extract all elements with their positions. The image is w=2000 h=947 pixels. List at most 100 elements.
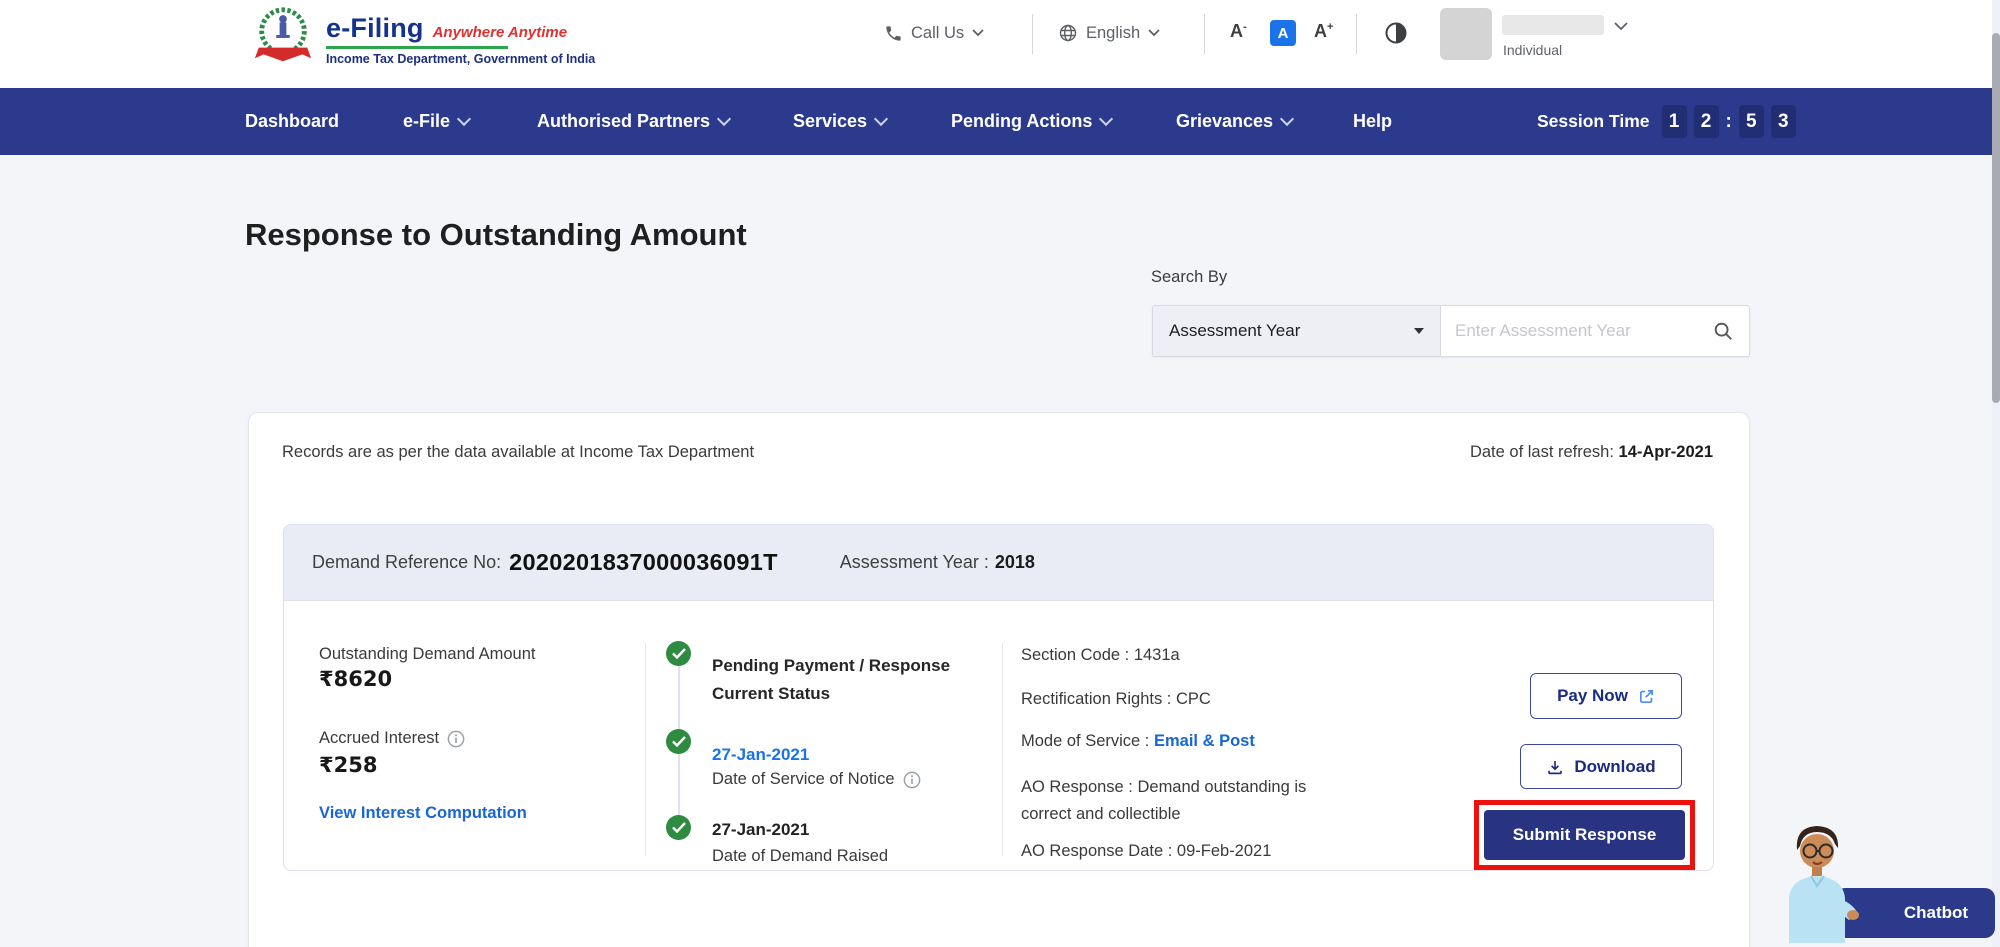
call-us-label: Call Us: [911, 24, 964, 43]
session-digit: 5: [1739, 105, 1764, 138]
nav-item-services[interactable]: Services: [793, 88, 886, 155]
divider: [1204, 14, 1205, 54]
chevron-down-icon: [1280, 112, 1294, 126]
font-decrease-button[interactable]: A-: [1230, 22, 1247, 40]
divider: [1002, 643, 1003, 856]
scrollbar-thumb[interactable]: [1992, 33, 2000, 403]
external-link-icon: [1638, 688, 1655, 705]
service-notice-label: Date of Service of Notice: [712, 770, 895, 789]
language-menu[interactable]: English: [1058, 20, 1160, 46]
income-tax-emblem-logo: [252, 5, 314, 67]
nav-item-dashboard[interactable]: Dashboard: [245, 88, 339, 155]
timeline-status-title: Pending Payment / Response: [712, 656, 950, 676]
ao-response-text: AO Response : Demand outstanding is corr…: [1021, 774, 1321, 828]
nav-item-authorised-partners[interactable]: Authorised Partners: [537, 88, 729, 155]
accrued-interest-row: Accrued Interest: [319, 729, 465, 748]
demand-raised-date: 27-Jan-2021: [712, 820, 809, 840]
rectification-rights-text: Rectification Rights : CPC: [1021, 690, 1211, 709]
profile-chevron-down-icon[interactable]: [1614, 22, 1628, 31]
section-code-text: Section Code : 1431a: [1021, 646, 1180, 665]
check-circle-icon: [666, 641, 691, 666]
chevron-down-icon: [717, 112, 731, 126]
page-content: Response to Outstanding Amount Search By…: [0, 155, 2000, 947]
service-notice-row: Date of Service of Notice: [712, 770, 921, 789]
session-digit: 1: [1662, 105, 1687, 138]
dropdown-caret-icon: [1414, 328, 1424, 334]
call-us-menu[interactable]: Call Us: [884, 20, 984, 46]
info-icon[interactable]: [903, 771, 921, 789]
submit-response-button[interactable]: Submit Response: [1484, 810, 1685, 860]
globe-icon: [1058, 23, 1078, 43]
session-digit: 3: [1771, 105, 1796, 138]
demand-ref-label: Demand Reference No:: [312, 552, 501, 573]
brand-subtitle: Income Tax Department, Government of Ind…: [326, 52, 595, 66]
assessment-year-input[interactable]: [1441, 306, 1712, 356]
last-refresh-text: Date of last refresh: 14-Apr-2021: [1470, 443, 1713, 462]
brand-title: e-Filing: [326, 13, 424, 44]
divider: [1356, 14, 1357, 54]
timeline-status-subtitle: Current Status: [712, 684, 830, 704]
search-icon: [1712, 320, 1734, 342]
header-bar: e-Filing Anywhere Anytime Income Tax Dep…: [0, 0, 1992, 88]
brand-text: e-Filing Anywhere Anytime Income Tax Dep…: [326, 5, 595, 67]
demand-card-header: Demand Reference No: 2020201837000036091…: [283, 524, 1714, 601]
demand-card-body: Outstanding Demand Amount ₹8620 Accrued …: [283, 601, 1714, 871]
search-by-label: Search By: [1151, 268, 1227, 287]
mode-of-service-link[interactable]: Email & Post: [1154, 732, 1255, 750]
search-type-value: Assessment Year: [1169, 321, 1300, 341]
scrollbar-track[interactable]: [1992, 0, 2000, 947]
assessment-year-label: Assessment Year :: [840, 552, 989, 573]
download-icon: [1546, 758, 1564, 776]
brand-logo-group[interactable]: e-Filing Anywhere Anytime Income Tax Dep…: [252, 5, 595, 67]
accrued-interest-label: Accrued Interest: [319, 729, 439, 748]
brand-divider: [326, 46, 508, 49]
outstanding-amount-value: ₹8620: [319, 667, 392, 691]
divider: [1032, 14, 1033, 54]
chevron-down-icon: [457, 112, 471, 126]
main-navigation: Dashboard e-File Authorised Partners Ser…: [0, 88, 2000, 155]
accrued-interest-value: ₹258: [319, 753, 377, 777]
phone-icon: [884, 24, 903, 43]
check-circle-icon: [666, 815, 691, 840]
assessment-year-value: 2018: [995, 552, 1035, 573]
session-colon: :: [1726, 111, 1732, 133]
demand-card: Demand Reference No: 2020201837000036091…: [283, 524, 1714, 871]
language-label: English: [1086, 24, 1140, 43]
nav-item-pending-actions[interactable]: Pending Actions: [951, 88, 1111, 155]
search-type-dropdown[interactable]: Assessment Year: [1153, 306, 1441, 356]
session-time-label: Session Time: [1537, 111, 1650, 132]
outstanding-amount-label: Outstanding Demand Amount: [319, 645, 535, 664]
chevron-down-icon: [874, 112, 888, 126]
info-icon[interactable]: [447, 730, 465, 748]
chevron-down-icon: [972, 29, 984, 37]
records-card: Records are as per the data available at…: [248, 412, 1750, 947]
download-button[interactable]: Download: [1520, 744, 1682, 789]
contrast-toggle-button[interactable]: [1384, 21, 1408, 50]
chevron-down-icon: [1148, 29, 1160, 37]
divider: [645, 643, 646, 856]
search-button[interactable]: [1712, 306, 1749, 356]
pay-now-button[interactable]: Pay Now: [1530, 673, 1682, 719]
page-title: Response to Outstanding Amount: [245, 217, 747, 253]
mode-of-service-row: Mode of Service : Email & Post: [1021, 732, 1255, 751]
brand-tagline: Anywhere Anytime: [433, 24, 567, 41]
check-circle-icon: [666, 729, 691, 754]
profile-avatar[interactable]: [1440, 8, 1492, 60]
profile-name-redacted: [1502, 15, 1604, 35]
nav-item-help[interactable]: Help: [1353, 88, 1392, 155]
view-interest-computation-link[interactable]: View Interest Computation: [319, 804, 527, 823]
service-notice-date-link[interactable]: 27-Jan-2021: [712, 745, 809, 765]
session-timer: Session Time 1 2 : 5 3: [1537, 88, 1796, 155]
nav-item-grievances[interactable]: Grievances: [1176, 88, 1292, 155]
nav-item-efile[interactable]: e-File: [403, 88, 469, 155]
font-default-button[interactable]: A: [1270, 20, 1296, 46]
chevron-down-icon: [1099, 112, 1113, 126]
efiling-portal-screen: e-Filing Anywhere Anytime Income Tax Dep…: [0, 0, 2000, 947]
submit-response-highlight: Submit Response: [1474, 800, 1695, 870]
contrast-icon: [1384, 21, 1408, 45]
session-digit: 2: [1694, 105, 1719, 138]
chatbot-avatar[interactable]: [1775, 818, 1861, 947]
demand-raised-label: Date of Demand Raised: [712, 847, 888, 866]
font-increase-button[interactable]: A+: [1314, 22, 1333, 40]
ao-response-date-text: AO Response Date : 09-Feb-2021: [1021, 842, 1271, 861]
